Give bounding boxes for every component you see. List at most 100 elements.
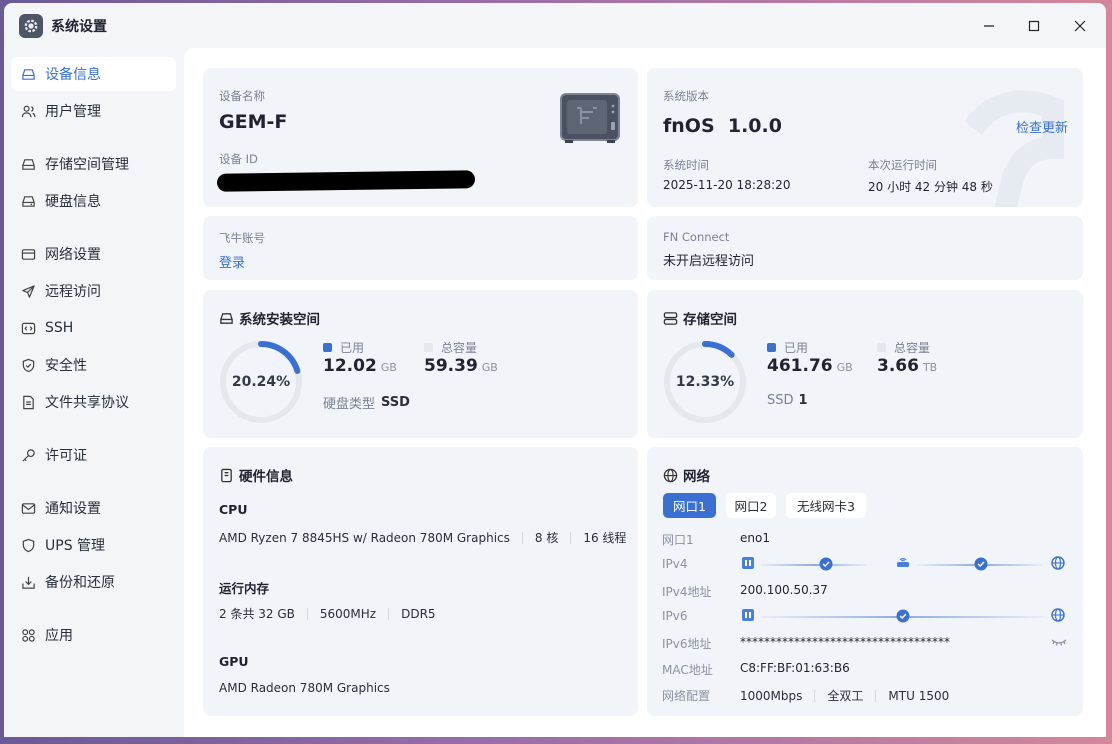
- total-unit: GB: [481, 361, 498, 374]
- network-config: 1000Mbps 全双工 MTU 1500: [740, 687, 949, 704]
- fnconnect-card: FN Connect 未开启远程访问: [647, 216, 1083, 280]
- check-update-link[interactable]: 检查更新: [1016, 117, 1068, 136]
- sidebar-item-license[interactable]: 许可证: [11, 438, 176, 472]
- main-content: 设备名称 GEM-F 设备 ID 系统版本 fnOS 1.0.0 检查更新 系统…: [184, 48, 1106, 737]
- total-value: 59.39: [424, 356, 478, 376]
- internet-globe-icon: [1051, 556, 1065, 570]
- account-label: 飞牛账号: [219, 231, 265, 245]
- ipv4-link-line: [761, 564, 867, 566]
- shield-icon: [22, 358, 35, 372]
- used-unit: GB: [380, 361, 397, 374]
- settings-window: 系统设置 设备信息 用户管理 存储空间管理 硬盘信息 网络设置 远程访问 SSH…: [4, 3, 1106, 737]
- cpu-model: AMD Ryzen 7 8845HS w/ Radeon 780M Graphi…: [219, 530, 510, 545]
- disk-type-label: 硬盘类型: [323, 397, 376, 412]
- ssd-label: SSD: [767, 393, 794, 408]
- sidebar-item-network[interactable]: 网络设置: [11, 237, 176, 271]
- used-legend-label: 已用: [340, 341, 365, 355]
- sidebar-item-file-sharing[interactable]: 文件共享协议: [11, 385, 176, 419]
- system-space-total: 59.39 GB: [424, 356, 498, 376]
- port-value: eno1: [740, 531, 770, 545]
- title-bar: 系统设置: [4, 3, 1106, 47]
- internet-globe-icon: [1051, 608, 1065, 622]
- used-value: 461.76: [767, 356, 833, 376]
- used-value: 12.02: [323, 356, 377, 376]
- sidebar-item-label: 备份和还原: [45, 575, 115, 591]
- tab-port-1[interactable]: 网口1: [663, 493, 716, 518]
- ipv6-address-label: IPv6地址: [662, 637, 712, 651]
- device-id-redacted: [216, 170, 476, 192]
- total-legend-label: 总容量: [894, 341, 931, 355]
- sidebar-item-users[interactable]: 用户管理: [11, 94, 176, 128]
- device-name-label: 设备名称: [219, 89, 265, 103]
- port-label: 网口1: [662, 533, 694, 547]
- system-space-used: 12.02 GB: [323, 356, 397, 376]
- sidebar-item-label: 通知设置: [45, 501, 101, 517]
- gpu-model: AMD Radeon 780M Graphics: [219, 681, 390, 695]
- eye-closed-icon[interactable]: [1051, 637, 1067, 647]
- cpu-cores: 8 核: [534, 531, 559, 545]
- fnconnect-label: FN Connect: [663, 230, 730, 244]
- backup-icon: [22, 576, 35, 589]
- ipv4-address-label: IPv4地址: [662, 585, 712, 599]
- close-icon[interactable]: [1062, 11, 1098, 41]
- hardware-card: 硬件信息 CPU AMD Ryzen 7 8845HS w/ Radeon 78…: [203, 447, 638, 716]
- memory-info: 2 条共 32 GB 5600MHz DDR5: [219, 605, 436, 622]
- system-space-header: 系统安装空间: [219, 308, 320, 328]
- sidebar-item-disk[interactable]: 硬盘信息: [11, 184, 176, 218]
- sidebar-item-notifications[interactable]: 通知设置: [11, 491, 176, 525]
- sidebar-item-device-info[interactable]: 设备信息: [11, 57, 176, 91]
- check-icon: [896, 609, 910, 623]
- server-icon: [663, 311, 678, 325]
- ups-shield-icon: [22, 538, 35, 552]
- sidebar-item-ups[interactable]: UPS 管理: [11, 528, 176, 562]
- sidebar-item-label: 应用: [45, 628, 73, 644]
- system-time-label: 系统时间: [663, 158, 709, 172]
- users-icon: [21, 105, 36, 117]
- login-link[interactable]: 登录: [219, 252, 245, 271]
- apps-icon: [22, 628, 35, 642]
- send-icon: [22, 284, 35, 298]
- device-icon: [22, 68, 35, 80]
- system-space-ring: 20.24%: [217, 338, 305, 426]
- sidebar-item-apps[interactable]: 应用: [11, 618, 176, 652]
- sidebar-item-storage[interactable]: 存储空间管理: [11, 147, 176, 181]
- sidebar-item-label: 文件共享协议: [45, 395, 129, 411]
- sidebar-item-label: 安全性: [45, 358, 87, 374]
- ipv6-label: IPv6: [662, 609, 688, 623]
- mac-label: MAC地址: [662, 663, 713, 677]
- sidebar-item-label: 用户管理: [45, 104, 101, 120]
- window-title: 系统设置: [51, 19, 107, 35]
- cpu-info: AMD Ryzen 7 8845HS w/ Radeon 780M Graphi…: [219, 529, 626, 546]
- sidebar-item-label: SSH: [45, 320, 74, 336]
- drive-icon: [220, 312, 233, 324]
- memory-size: 2 条共 32 GB: [219, 607, 295, 621]
- sidebar-item-label: 硬盘信息: [45, 194, 101, 210]
- storage-title: 存储空间: [683, 312, 737, 328]
- minimize-icon[interactable]: [971, 11, 1007, 41]
- total-legend: 总容量: [424, 339, 477, 356]
- sidebar-item-label: 设备信息: [45, 67, 101, 83]
- config-label: 网络配置: [662, 689, 711, 703]
- ssd-count: SSD 1: [767, 393, 808, 408]
- sidebar-item-ssh[interactable]: SSH: [11, 311, 176, 345]
- storage-ring: 12.33%: [661, 338, 749, 426]
- used-unit: GB: [836, 361, 853, 374]
- tab-wireless-3[interactable]: 无线网卡3: [786, 493, 866, 518]
- sidebar-item-label: UPS 管理: [45, 538, 106, 554]
- code-icon: [21, 322, 36, 334]
- sidebar-item-label: 许可证: [45, 448, 87, 464]
- ipv4-address: 200.100.50.37: [740, 583, 828, 597]
- maximize-icon[interactable]: [1016, 11, 1052, 41]
- sidebar-item-backup[interactable]: 备份和还原: [11, 565, 176, 599]
- duplex-mode: 全双工: [827, 689, 864, 703]
- sidebar-item-security[interactable]: 安全性: [11, 348, 176, 382]
- system-card: 系统版本 fnOS 1.0.0 检查更新 系统时间 2025-11-20 18:…: [647, 68, 1083, 207]
- gpu-label: GPU: [219, 654, 249, 669]
- disk-type-value: SSD: [381, 395, 410, 410]
- nas-device-icon: [559, 92, 621, 144]
- tab-port-2[interactable]: 网口2: [726, 493, 776, 518]
- sidebar-item-remote[interactable]: 远程访问: [11, 274, 176, 308]
- check-icon: [819, 557, 833, 571]
- used-legend: 已用: [323, 339, 364, 356]
- storage-percent: 12.33%: [675, 374, 735, 390]
